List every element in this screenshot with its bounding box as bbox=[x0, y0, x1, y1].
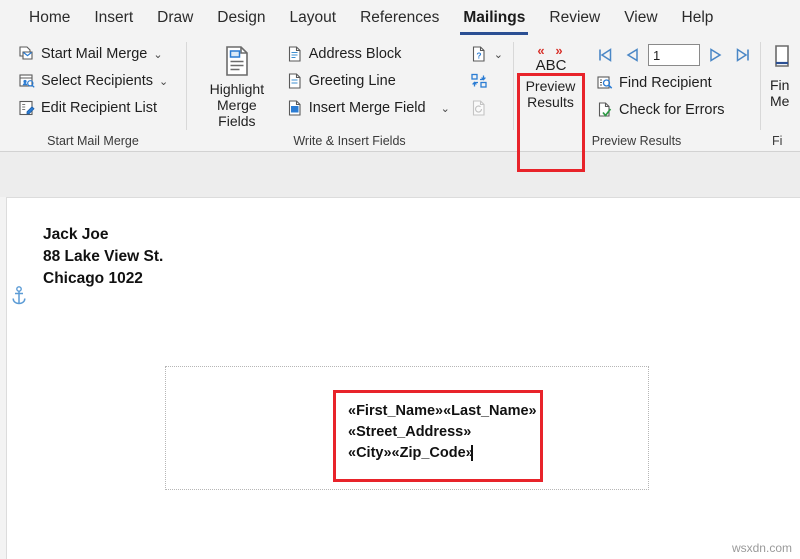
document-page[interactable]: Jack Joe 88 Lake View St. Chicago 1022 «… bbox=[6, 197, 800, 559]
abc-chevrons-icon: « » ABC bbox=[528, 43, 574, 75]
ribbon-group-start-mail-merge: Start Mail Merge ⌄ Select Recipients ⌄ E… bbox=[0, 36, 186, 152]
text-caret bbox=[471, 445, 473, 461]
previous-record-icon[interactable] bbox=[621, 44, 643, 66]
merge-fields-text-box[interactable]: «First_Name»«Last_Name» «Street_Address»… bbox=[333, 390, 543, 482]
preview-results-button[interactable]: « » ABC Preview Results bbox=[521, 41, 580, 110]
start-mail-merge-button[interactable]: Start Mail Merge ⌄ bbox=[14, 41, 172, 67]
match-fields-icon bbox=[470, 72, 488, 90]
tab-label: Insert bbox=[94, 9, 134, 26]
next-record-icon[interactable] bbox=[705, 44, 727, 66]
chevron-down-icon[interactable]: ⌄ bbox=[159, 75, 168, 88]
highlight-merge-fields-label-2: Merge Fields bbox=[217, 97, 257, 130]
preview-results-label-2: Results bbox=[527, 94, 574, 111]
update-labels-button bbox=[466, 95, 507, 121]
insert-merge-field-button[interactable]: Insert Merge Field ⌄ bbox=[282, 95, 454, 121]
find-recipient-icon bbox=[596, 74, 614, 92]
edit-list-icon bbox=[18, 99, 36, 117]
ribbon-group-preview-results: « » ABC Preview Results 1 Find Recipient… bbox=[513, 36, 760, 152]
group-label-finish: Fi bbox=[772, 134, 783, 148]
recipients-list-icon bbox=[18, 72, 36, 90]
tab-label: Review bbox=[549, 9, 601, 26]
tab-label: View bbox=[624, 9, 658, 26]
tab-label: Layout bbox=[289, 9, 337, 26]
last-record-icon[interactable] bbox=[732, 44, 754, 66]
highlight-fields-icon bbox=[219, 43, 255, 79]
finish-merge-icon bbox=[770, 43, 800, 75]
highlight-merge-fields-button[interactable]: Highlight Merge Fields bbox=[198, 41, 276, 129]
tab-label: Mailings bbox=[463, 9, 526, 26]
tab-insert[interactable]: Insert bbox=[82, 1, 145, 35]
rules-button[interactable]: ? ⌄ bbox=[466, 41, 507, 67]
anchor-icon bbox=[10, 285, 28, 312]
finish-and-merge-button[interactable]: Fin Me bbox=[770, 41, 800, 109]
finish-and-merge-label-1: Fin bbox=[770, 77, 790, 93]
tab-label: Draw bbox=[157, 9, 194, 26]
check-for-errors-icon bbox=[596, 101, 614, 119]
group-label-preview-results: Preview Results bbox=[591, 134, 682, 148]
tab-label: References bbox=[360, 9, 440, 26]
tab-help[interactable]: Help bbox=[670, 1, 726, 35]
group-label-write-insert-fields: Write & Insert Fields bbox=[293, 134, 406, 148]
tab-home[interactable]: Home bbox=[17, 1, 82, 35]
command-label: Select Recipients bbox=[41, 73, 154, 89]
command-label: Address Block bbox=[308, 46, 402, 62]
update-labels-icon bbox=[470, 99, 488, 117]
rules-question-icon: ? bbox=[470, 45, 488, 63]
ribbon-tab-bar: Home Insert Draw Design Layout Reference… bbox=[0, 0, 800, 36]
insert-merge-field-icon bbox=[286, 99, 304, 117]
command-label: Start Mail Merge bbox=[41, 46, 148, 62]
first-record-icon[interactable] bbox=[594, 44, 616, 66]
tab-label: Home bbox=[29, 9, 71, 26]
tab-mailings[interactable]: Mailings bbox=[451, 1, 537, 35]
preview-results-label-1: Preview bbox=[525, 78, 576, 94]
tab-layout[interactable]: Layout bbox=[278, 1, 349, 35]
highlight-merge-fields-label-1: Highlight bbox=[209, 81, 265, 97]
group-label-start-mail-merge: Start Mail Merge bbox=[47, 134, 139, 148]
check-for-errors-button[interactable]: Check for Errors bbox=[592, 97, 754, 123]
tab-design[interactable]: Design bbox=[205, 1, 277, 35]
edit-recipient-list-button[interactable]: Edit Recipient List bbox=[14, 95, 172, 121]
ribbon-group-write-insert-fields: Highlight Merge Fields Address Block Gre… bbox=[186, 36, 513, 152]
sender-address-block[interactable]: Jack Joe 88 Lake View St. Chicago 1022 bbox=[43, 224, 163, 290]
tab-references[interactable]: References bbox=[348, 1, 451, 35]
find-recipient-button[interactable]: Find Recipient bbox=[592, 70, 754, 96]
select-recipients-button[interactable]: Select Recipients ⌄ bbox=[14, 68, 172, 94]
merge-fields-text: «First_Name»«Last_Name» «Street_Address»… bbox=[348, 403, 537, 462]
tab-label: Design bbox=[217, 9, 266, 26]
ribbon: Start Mail Merge ⌄ Select Recipients ⌄ E… bbox=[0, 36, 800, 172]
envelope-document-icon bbox=[18, 45, 36, 63]
command-label: Insert Merge Field bbox=[308, 100, 426, 116]
tab-review[interactable]: Review bbox=[537, 1, 612, 35]
address-block-button[interactable]: Address Block bbox=[282, 41, 454, 67]
tab-label: Help bbox=[681, 9, 714, 26]
chevron-down-icon[interactable]: ⌄ bbox=[494, 48, 503, 61]
record-number-input[interactable]: 1 bbox=[648, 44, 700, 66]
tab-draw[interactable]: Draw bbox=[145, 1, 205, 35]
greeting-line-button[interactable]: Greeting Line bbox=[282, 68, 454, 94]
address-block-icon bbox=[286, 45, 304, 63]
tab-view[interactable]: View bbox=[612, 1, 669, 35]
record-navigation: 1 bbox=[592, 41, 754, 69]
document-background bbox=[0, 152, 800, 197]
match-fields-button[interactable] bbox=[466, 68, 507, 94]
word-window: Home Insert Draw Design Layout Reference… bbox=[0, 0, 800, 559]
ribbon-group-finish: Fin Me Fi bbox=[760, 36, 800, 152]
command-label: Edit Recipient List bbox=[41, 100, 158, 116]
svg-text:?: ? bbox=[476, 51, 481, 61]
command-label: Find Recipient bbox=[619, 75, 712, 91]
svg-text:«: « bbox=[537, 43, 544, 58]
greeting-line-icon bbox=[286, 72, 304, 90]
finish-and-merge-label-2: Me bbox=[770, 93, 790, 110]
watermark: wsxdn.com bbox=[731, 541, 792, 555]
chevron-down-icon[interactable]: ⌄ bbox=[153, 48, 162, 61]
command-label: Greeting Line bbox=[308, 73, 396, 89]
svg-text:ABC: ABC bbox=[535, 57, 566, 74]
chevron-down-icon[interactable]: ⌄ bbox=[441, 102, 450, 115]
svg-text:»: » bbox=[555, 43, 562, 58]
command-label: Check for Errors bbox=[619, 102, 725, 118]
